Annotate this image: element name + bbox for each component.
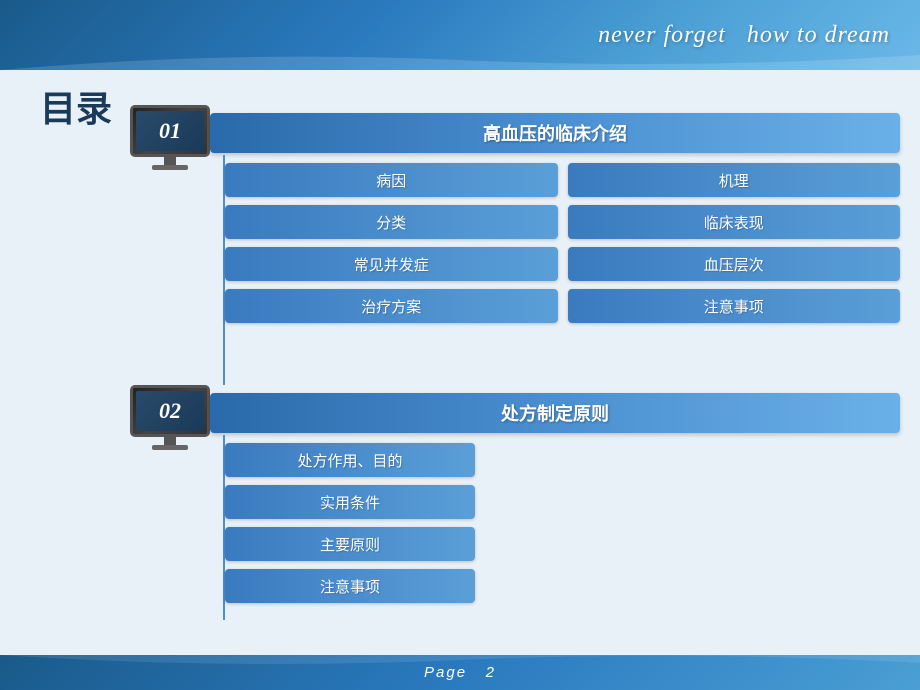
page-info: Page 2 [424, 664, 496, 681]
sub-col-left-3: 常见并发症 [225, 247, 558, 281]
sub-item-zhuyao: 主要原则 [225, 527, 475, 561]
banner-text-1: never forget [598, 22, 726, 48]
sub-col-left-4: 治疗方案 [225, 289, 558, 323]
page-number: 2 [486, 664, 496, 681]
sub-col-right-1: 机理 [568, 163, 901, 197]
section-02-number: 02 [159, 398, 181, 424]
sub-grid-01: 病因 机理 分类 临床表现 常见并发症 [225, 163, 900, 331]
monitor-02: 02 [130, 385, 210, 450]
top-banner: never forget how to dream [0, 0, 920, 70]
main-content: 01 高血压的临床介绍 病因 机理 [130, 90, 900, 650]
sub-item-chufang-zhuoyong: 处方作用、目的 [225, 443, 475, 477]
sub-item-zhuyi02: 注意事项 [225, 569, 475, 603]
sub-col-right-4: 注意事项 [568, 289, 901, 323]
sub-item-jili: 机理 [568, 163, 901, 197]
sub-col-right-3: 血压层次 [568, 247, 901, 281]
monitor-screen-02: 02 [130, 385, 210, 437]
section-01-title: 高血压的临床介绍 [210, 113, 900, 153]
sub-col-right-2: 临床表现 [568, 205, 901, 239]
sub-item-zhuyi01: 注意事项 [568, 289, 901, 323]
sub-row-1: 病因 机理 [225, 163, 900, 197]
sub-item-linchuan: 临床表现 [568, 205, 901, 239]
monitor-base-02 [152, 445, 188, 450]
monitor-01: 01 [130, 105, 210, 170]
sub-item-xueyaceng: 血压层次 [568, 247, 901, 281]
monitor-stand-02 [164, 437, 176, 445]
sub-list-02: 处方作用、目的 实用条件 主要原则 注意事项 [225, 443, 475, 611]
sub-item-zhiliao: 治疗方案 [225, 289, 558, 323]
banner-text-2: how to dream [747, 22, 890, 48]
sub-item-shiyong: 实用条件 [225, 485, 475, 519]
banner-text: never forget how to dream [598, 22, 890, 49]
section-02-title: 处方制定原则 [210, 393, 900, 433]
sub-col-left-2: 分类 [225, 205, 558, 239]
page-label: Page [424, 664, 467, 681]
section-01-number: 01 [159, 118, 181, 144]
bottom-bar: Page 2 [0, 655, 920, 690]
sub-row-2: 分类 临床表现 [225, 205, 900, 239]
sub-item-fenlei: 分类 [225, 205, 558, 239]
sub-col-left-1: 病因 [225, 163, 558, 197]
sub-item-bingfa: 常见并发症 [225, 247, 558, 281]
monitor-screen-01: 01 [130, 105, 210, 157]
monitor-base-01 [152, 165, 188, 170]
monitor-stand-01 [164, 157, 176, 165]
page-title: 目录 [40, 80, 112, 132]
sub-row-4: 治疗方案 注意事项 [225, 289, 900, 323]
sub-row-3: 常见并发症 血压层次 [225, 247, 900, 281]
section-02-header: 处方制定原则 [210, 393, 900, 433]
section-01-header: 高血压的临床介绍 [210, 113, 900, 153]
sub-item-bingyin: 病因 [225, 163, 558, 197]
